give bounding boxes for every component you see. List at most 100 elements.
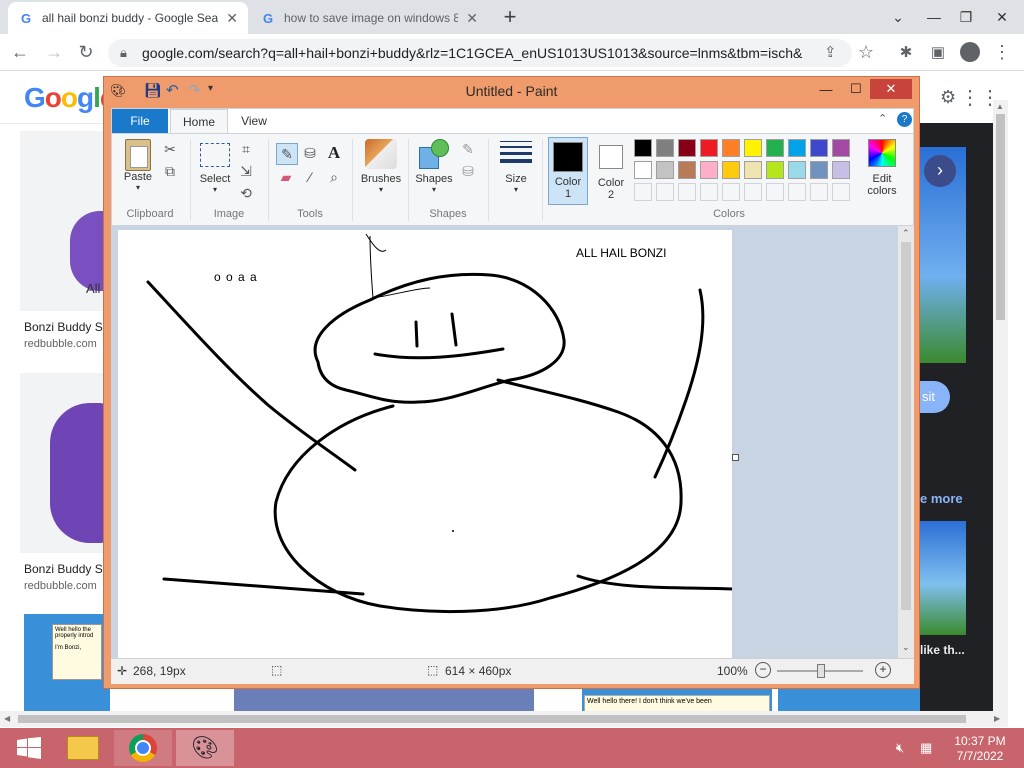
color-swatch[interactable] <box>678 183 696 201</box>
color-swatch[interactable] <box>810 139 828 157</box>
result-thumbnail[interactable]: Well hello there! I don't think we've be… <box>582 685 772 713</box>
address-bar[interactable]: 🔒︎ google.com/search?q=all+hail+bonzi+bu… <box>108 39 852 67</box>
color-swatch[interactable] <box>788 183 806 201</box>
tab-bonzi-search[interactable]: G all hail bonzi buddy - Google Sea ✕ <box>8 2 248 34</box>
dropdown-arrow-icon[interactable]: ▾ <box>196 185 234 194</box>
scroll-thumb[interactable] <box>996 114 1005 320</box>
result-thumbnail[interactable]: Well hello the properly introd I'm Bonzi… <box>24 614 110 713</box>
collapse-ribbon-icon[interactable]: ⌃ <box>878 112 887 125</box>
canvas-scrollbar-vertical[interactable]: ⌃ ⌄ <box>898 226 914 658</box>
tab-file[interactable]: File <box>112 109 168 133</box>
result-caption[interactable]: Bonzi Buddy S <box>24 320 103 334</box>
select-button[interactable]: Select ▾ <box>196 143 234 194</box>
tab-home[interactable]: Home <box>170 109 228 133</box>
result-thumbnail[interactable] <box>20 373 110 553</box>
tab-view[interactable]: View <box>230 109 278 133</box>
color-swatch[interactable] <box>634 183 652 201</box>
result-thumbnail[interactable] <box>778 685 920 713</box>
next-arrow-icon[interactable]: › <box>924 155 956 187</box>
system-clock[interactable]: 10:37 PM 7/7/2022 <box>946 734 1014 764</box>
color-swatch[interactable] <box>744 139 762 157</box>
extensions-icon[interactable]: ✱ <box>894 40 918 64</box>
color-swatch[interactable] <box>722 139 740 157</box>
brushes-button[interactable]: Brushes ▾ <box>358 139 404 194</box>
file-explorer-icon[interactable] <box>54 730 112 766</box>
see-more-link[interactable]: e more <box>920 491 963 506</box>
minimize-icon[interactable]: — <box>812 79 840 99</box>
zoom-slider-thumb[interactable] <box>817 664 825 678</box>
color-swatch[interactable] <box>810 161 828 179</box>
color-swatch[interactable] <box>832 139 850 157</box>
color-swatch[interactable] <box>788 139 806 157</box>
close-tab-icon[interactable]: ✕ <box>226 10 238 27</box>
scroll-down-icon[interactable]: ⌄ <box>902 642 910 653</box>
magnifier-icon[interactable]: ⌕ <box>324 167 344 187</box>
result-thumbnail[interactable]: All <box>20 131 110 311</box>
edit-colors-button[interactable]: Edit colors <box>860 139 904 197</box>
fill-icon[interactable]: ⛁ <box>458 161 478 181</box>
color-swatch[interactable] <box>700 139 718 157</box>
new-tab-button[interactable]: + <box>496 4 524 30</box>
tab-search-icon[interactable]: ⌄ <box>880 0 916 34</box>
scroll-up-icon[interactable]: ▲ <box>996 102 1004 111</box>
related-image[interactable] <box>920 521 966 635</box>
start-windows-icon[interactable] <box>0 730 58 766</box>
dropdown-arrow-icon[interactable]: ▾ <box>358 185 404 194</box>
resize-icon[interactable]: ⇲ <box>236 161 256 181</box>
settings-gear-icon[interactable]: ⚙ <box>940 87 956 108</box>
color-swatch[interactable] <box>744 161 762 179</box>
cut-icon[interactable]: ✂ <box>160 139 180 159</box>
size-button[interactable]: Size ▾ <box>496 141 536 194</box>
color-swatch[interactable] <box>634 139 652 157</box>
color-swatch[interactable] <box>766 183 784 201</box>
profile-avatar-icon[interactable] <box>958 40 982 64</box>
color-swatch[interactable] <box>678 161 696 179</box>
outline-icon[interactable]: ✎ <box>458 139 478 159</box>
page-scrollbar-horizontal[interactable]: ◀ ▶ <box>0 711 1008 727</box>
copy-icon[interactable]: ⧉ <box>160 161 180 181</box>
dropdown-arrow-icon[interactable]: ▾ <box>118 183 158 192</box>
color-swatch[interactable] <box>722 183 740 201</box>
scroll-left-icon[interactable]: ◀ <box>4 714 10 723</box>
chrome-taskbar-icon[interactable] <box>114 730 172 766</box>
network-icon[interactable]: ▦ <box>920 740 932 756</box>
zoom-out-icon[interactable]: − <box>755 662 771 678</box>
forward-arrow-icon[interactable]: → <box>42 40 66 64</box>
close-window-icon[interactable]: ✕ <box>984 0 1020 34</box>
zoom-in-icon[interactable]: + <box>875 662 891 678</box>
share-icon[interactable]: ⇪ <box>824 43 837 61</box>
scroll-thumb[interactable] <box>901 242 911 610</box>
google-logo[interactable]: Google <box>24 82 115 114</box>
help-icon[interactable]: ? <box>897 112 912 127</box>
color-swatch[interactable] <box>678 139 696 157</box>
color-swatch[interactable] <box>810 183 828 201</box>
color-swatch[interactable] <box>656 139 674 157</box>
paint-titlebar[interactable]: 🎨︎ 💾︎ ↶ ↷ ▾ Untitled - Paint — ☐ ✕ <box>104 77 919 106</box>
color-swatch[interactable] <box>700 183 718 201</box>
volume-muted-icon[interactable]: 🔇︎ <box>896 740 904 756</box>
pencil-icon[interactable]: ✎ <box>276 143 298 165</box>
color-picker-icon[interactable]: ⁄ <box>300 167 320 187</box>
shapes-button[interactable]: Shapes ▾ <box>414 139 454 194</box>
color1-button[interactable]: Color 1 <box>548 137 588 205</box>
color-swatch[interactable] <box>700 161 718 179</box>
crop-icon[interactable]: ⌗ <box>236 139 256 159</box>
close-window-icon[interactable]: ✕ <box>870 79 912 99</box>
resize-handle[interactable] <box>732 454 739 461</box>
close-tab-icon[interactable]: ✕ <box>466 10 478 27</box>
tab-save-image[interactable]: G how to save image on windows 8 ✕ <box>250 2 488 34</box>
color-swatch[interactable] <box>766 139 784 157</box>
result-thumbnail[interactable] <box>234 685 534 713</box>
dropdown-arrow-icon[interactable]: ▾ <box>496 185 536 194</box>
sidepanel-icon[interactable]: ▣ <box>926 40 950 64</box>
scroll-right-icon[interactable]: ▶ <box>994 714 1000 723</box>
color-swatch[interactable] <box>766 161 784 179</box>
color-swatch[interactable] <box>744 183 762 201</box>
restore-icon[interactable]: ❐ <box>948 0 984 34</box>
color-swatch[interactable] <box>634 161 652 179</box>
bookmark-star-icon[interactable]: ☆ <box>854 40 878 64</box>
page-scrollbar-vertical[interactable]: ▲ <box>993 100 1008 713</box>
eraser-icon[interactable]: ▰ <box>276 167 296 187</box>
color-swatch[interactable] <box>722 161 740 179</box>
color-swatch[interactable] <box>656 183 674 201</box>
